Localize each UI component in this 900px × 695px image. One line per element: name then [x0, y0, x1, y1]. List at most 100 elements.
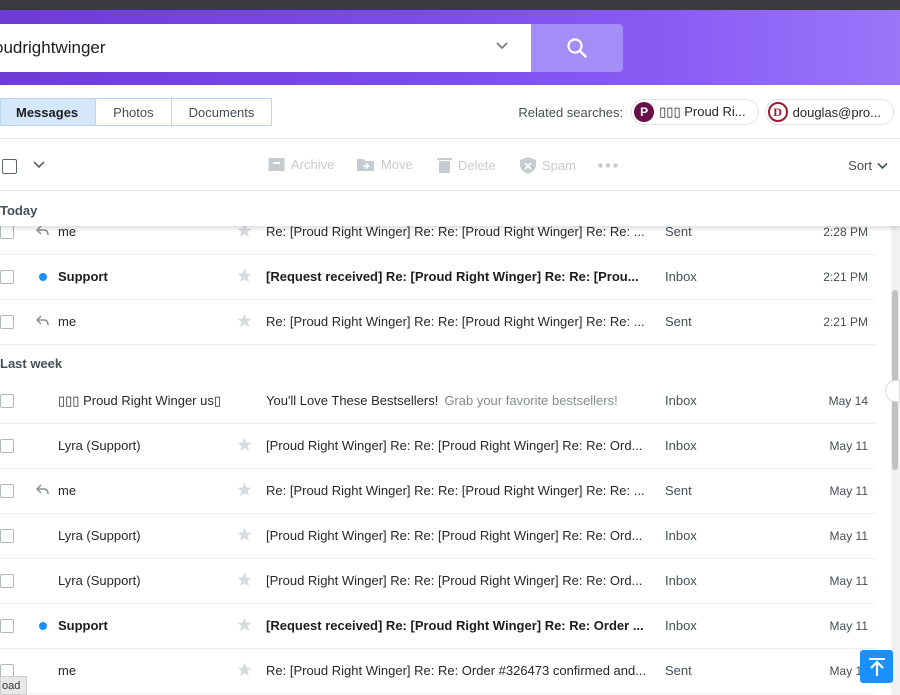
- scroll-to-top-button[interactable]: [860, 650, 893, 683]
- sender: Support: [58, 618, 108, 633]
- select-all-checkbox[interactable]: [2, 159, 17, 174]
- star-icon[interactable]: [237, 437, 252, 452]
- delete-label: Delete: [458, 157, 496, 173]
- related-search-chip-label: douglas@pro...: [792, 104, 881, 120]
- avatar: D: [767, 102, 788, 122]
- timestamp: May 11: [829, 574, 868, 588]
- row-checkbox[interactable]: [0, 439, 14, 453]
- search-input[interactable]: [0, 24, 474, 72]
- message-row[interactable]: Support [Request received] Re: [Proud Ri…: [0, 255, 876, 300]
- star-icon[interactable]: [237, 268, 252, 283]
- message-row[interactable]: ▯▯▯ Proud Right Winger us▯ You'll Love T…: [0, 379, 876, 424]
- timestamp: May 14: [828, 394, 868, 408]
- folder-label: Inbox: [665, 438, 697, 453]
- row-checkbox[interactable]: [0, 484, 14, 498]
- row-checkbox[interactable]: [0, 225, 14, 239]
- section-label-last-week: Last week: [0, 356, 63, 371]
- message-row[interactable]: Support [Request received] Re: [Proud Ri…: [0, 604, 876, 649]
- star-icon[interactable]: [237, 482, 252, 497]
- message-row[interactable]: Lyra (Support) [Proud Right Winger] Re: …: [0, 514, 876, 559]
- folder-move-icon: [357, 159, 374, 171]
- search-box[interactable]: [0, 24, 531, 72]
- row-checkbox[interactable]: [0, 574, 14, 588]
- subject: Re: [Proud Right Winger] Re: Re: [Proud …: [266, 224, 645, 239]
- search-button[interactable]: [531, 24, 623, 72]
- message-row[interactable]: Lyra (Support) [Proud Right Winger] Re: …: [0, 424, 876, 469]
- tab-messages[interactable]: Messages: [0, 98, 97, 126]
- star-icon[interactable]: [237, 662, 252, 677]
- tab-photos[interactable]: Photos: [96, 98, 172, 126]
- folder-label: Sent: [665, 224, 692, 239]
- subject: [Request received] Re: [Proud Right Wing…: [266, 618, 644, 633]
- unread-dot: [39, 622, 47, 630]
- subject: You'll Love These Bestsellers! Grab your …: [266, 393, 656, 408]
- sender: Lyra (Support): [58, 528, 141, 543]
- row-checkbox[interactable]: [0, 270, 14, 284]
- sender: me: [58, 483, 77, 498]
- message-row[interactable]: me Re: [Proud Right Winger] Re: Re: [Pro…: [0, 469, 876, 514]
- timestamp: May 11: [829, 619, 868, 633]
- folder-label: Inbox: [665, 528, 697, 543]
- subject: Re: [Proud Right Winger] Re: Re: [Proud …: [266, 483, 645, 498]
- subject: [Proud Right Winger] Re: Re: [Proud Righ…: [266, 438, 643, 453]
- folder-label: Inbox: [665, 269, 697, 284]
- sender: me: [58, 663, 77, 678]
- folder-label: Sent: [665, 314, 692, 329]
- move-button[interactable]: Move: [357, 157, 413, 172]
- row-checkbox[interactable]: [0, 315, 14, 329]
- subject: [Request received] Re: [Proud Right Wing…: [266, 269, 639, 284]
- related-search-chip[interactable]: P ▯▯▯ Proud Ri...: [631, 99, 759, 125]
- tab-documents[interactable]: Documents: [171, 98, 273, 126]
- spam-button[interactable]: Spam: [520, 157, 576, 174]
- chevron-down-icon[interactable]: [33, 160, 45, 170]
- side-panel-toggle[interactable]: [885, 380, 900, 402]
- search-header: [0, 10, 900, 85]
- star-icon[interactable]: [237, 527, 252, 542]
- message-row[interactable]: me Re: [Proud Right Winger] Re: Re: [Pro…: [0, 300, 876, 345]
- search-tabs-bar: Messages Photos Documents Related search…: [0, 85, 900, 139]
- chevron-down-icon: [877, 162, 888, 169]
- delete-button[interactable]: Delete: [437, 157, 496, 173]
- row-checkbox[interactable]: [0, 394, 14, 408]
- folder-label: Inbox: [665, 618, 697, 633]
- move-label: Move: [381, 157, 413, 172]
- more-actions-button[interactable]: [598, 163, 624, 168]
- folder-label: Sent: [665, 663, 692, 678]
- section-header-last-week: Last week: [0, 345, 876, 379]
- reply-icon: [36, 315, 49, 326]
- arrow-up-icon: [868, 657, 885, 676]
- subject-text: You'll Love These Bestsellers!: [266, 393, 439, 408]
- star-icon[interactable]: [237, 313, 252, 328]
- folder-label: Inbox: [665, 393, 697, 408]
- related-searches-label: Related searches:: [518, 104, 624, 120]
- sender: Lyra (Support): [58, 573, 141, 588]
- archive-button[interactable]: Archive: [268, 157, 334, 172]
- reply-icon: [36, 484, 49, 495]
- status-tab: oad: [0, 676, 27, 695]
- folder-label: Inbox: [665, 573, 697, 588]
- row-checkbox[interactable]: [0, 619, 14, 633]
- window-top-strip: [0, 0, 900, 10]
- related-searches: Related searches: P ▯▯▯ Proud Ri... D do…: [518, 98, 900, 126]
- sort-button[interactable]: Sort: [848, 158, 888, 173]
- shield-icon: [520, 157, 536, 174]
- related-search-chip[interactable]: D douglas@pro...: [764, 99, 894, 125]
- star-icon[interactable]: [237, 572, 252, 587]
- sender: ▯▯▯ Proud Right Winger us▯: [58, 393, 222, 408]
- star-icon[interactable]: [237, 617, 252, 632]
- chevron-down-icon[interactable]: [495, 39, 509, 53]
- avatar: P: [634, 102, 655, 122]
- reply-icon: [36, 225, 49, 236]
- sender: Support: [58, 269, 108, 284]
- section-header-today: Today: [0, 192, 900, 226]
- sender: me: [58, 314, 77, 329]
- row-checkbox[interactable]: [0, 529, 14, 543]
- message-row[interactable]: Lyra (Support) [Proud Right Winger] Re: …: [0, 559, 876, 604]
- subject: [Proud Right Winger] Re: Re: [Proud Righ…: [266, 528, 643, 543]
- sort-label: Sort: [848, 158, 872, 173]
- timestamp: 2:28 PM: [823, 225, 868, 239]
- subject: Re: [Proud Right Winger] Re: Re: [Proud …: [266, 314, 645, 329]
- subject: Re: [Proud Right Winger] Re: Re: Order #…: [266, 663, 647, 678]
- timestamp: 2:21 PM: [823, 270, 868, 284]
- message-row[interactable]: me Re: [Proud Right Winger] Re: Re: Orde…: [0, 649, 876, 694]
